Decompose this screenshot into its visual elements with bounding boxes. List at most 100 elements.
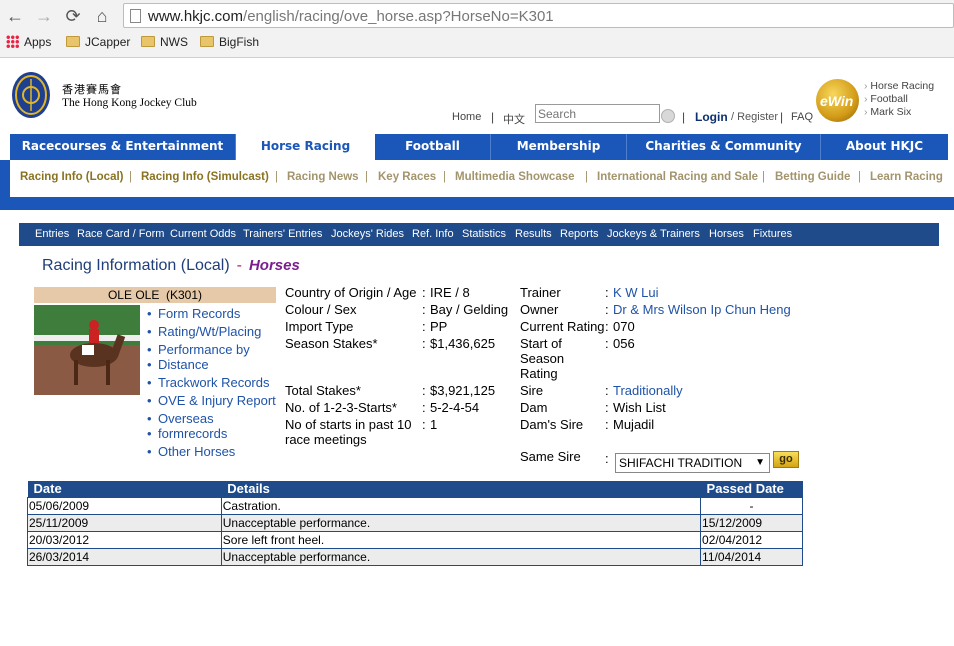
menu-fixtures[interactable]: Fixtures	[753, 228, 792, 240]
menu-trainers-entries[interactable]: Trainers' Entries	[243, 228, 322, 240]
nav-about[interactable]: About HKJC	[821, 134, 948, 160]
header-passed-date: Passed Date	[700, 481, 803, 497]
horse-racing-link[interactable]: Horse Racing	[864, 80, 934, 92]
link-overseas-formrecords[interactable]: Overseas	[147, 411, 214, 426]
field-colon: :	[422, 285, 426, 300]
bookmark-bigfish[interactable]: BigFish	[200, 35, 259, 49]
cell-details: Unacceptable performance.	[220, 547, 702, 566]
table-row: 26/03/2014 Unacceptable performance. 11/…	[27, 547, 803, 566]
subnav-simulcast[interactable]: Racing Info (Simulcast)	[141, 171, 269, 183]
same-sire-select[interactable]: SHIFACHI TRADITION ▼	[615, 453, 770, 473]
login-link[interactable]: Login	[695, 110, 728, 124]
link-form-records[interactable]: Form Records	[147, 306, 240, 321]
search-input[interactable]	[535, 104, 660, 123]
hkjc-logo[interactable]	[11, 71, 51, 119]
go-button[interactable]: go	[773, 451, 799, 468]
field-label-2: race meetings	[285, 432, 367, 447]
field-label: Season Stakes*	[285, 336, 378, 351]
same-sire-value: SHIFACHI TRADITION	[619, 456, 743, 470]
separator: |	[762, 171, 765, 183]
url-bar[interactable]: www.hkjc.com/english/racing/ove_horse.as…	[123, 3, 954, 28]
link-ove-injury-report[interactable]: OVE & Injury Report	[147, 393, 276, 408]
field-label: Import Type	[285, 319, 354, 334]
bookmark-nws[interactable]: NWS	[141, 35, 188, 49]
separator: |	[443, 171, 446, 183]
menu-jockeys-trainers[interactable]: Jockeys & Trainers	[607, 228, 700, 240]
subnav-international[interactable]: International Racing and Sale	[597, 171, 758, 183]
separator: |	[275, 171, 278, 183]
link-rating-wt-placing[interactable]: Rating/Wt/Placing	[147, 324, 261, 339]
menu-jockeys-rides[interactable]: Jockeys' Rides	[331, 228, 404, 240]
menu-current-odds[interactable]: Current Odds	[170, 228, 236, 240]
menu-ref-info[interactable]: Ref. Info	[412, 228, 454, 240]
owner-link[interactable]: Dr & Mrs Wilson Ip Chun Heng	[613, 302, 791, 317]
register-link[interactable]: / Register	[731, 111, 778, 123]
link-overseas-formrecords-2[interactable]: formrecords	[147, 426, 227, 441]
subnav-multimedia[interactable]: Multimedia Showcase	[455, 171, 575, 183]
field-label: Start of	[520, 336, 562, 351]
field-value: 056	[613, 336, 635, 351]
field-colon: :	[605, 383, 609, 398]
back-icon[interactable]: ←	[4, 5, 26, 27]
trainer-link[interactable]: K W Lui	[613, 285, 659, 300]
home-link[interactable]: Home	[452, 111, 481, 123]
cell-date: 25/11/2009	[27, 513, 222, 532]
separator: |	[491, 110, 495, 124]
link-performance-by-distance[interactable]: Performance by	[147, 342, 250, 357]
forward-icon[interactable]: →	[33, 5, 55, 27]
folder-icon	[141, 36, 155, 47]
link-performance-by-distance-2[interactable]: Distance	[147, 357, 208, 372]
chinese-link[interactable]: 中文	[503, 111, 525, 127]
nav-membership[interactable]: Membership	[491, 134, 627, 160]
menu-statistics[interactable]: Statistics	[462, 228, 506, 240]
football-link[interactable]: Football	[864, 93, 907, 105]
subnav-news[interactable]: Racing News	[287, 171, 359, 183]
reload-icon[interactable]: ⟳	[62, 5, 84, 27]
subnav-key-races[interactable]: Key Races	[378, 171, 436, 183]
field-colon: :	[422, 400, 426, 415]
nav-horse-racing[interactable]: Horse Racing	[236, 134, 375, 160]
field-label: Current Rating	[520, 319, 605, 334]
separator: |	[858, 171, 861, 183]
nav-charities[interactable]: Charities & Community	[627, 134, 821, 160]
cell-date: 20/03/2012	[27, 530, 222, 549]
field-colon: :	[605, 336, 609, 351]
apps-icon	[6, 35, 19, 48]
nav-racecourses[interactable]: Racecourses & Entertainment	[10, 134, 236, 160]
field-value: 5-2-4-54	[430, 400, 480, 415]
menu-results[interactable]: Results	[515, 228, 552, 240]
menu-entries[interactable]: Entries	[35, 228, 69, 240]
subnav-local[interactable]: Racing Info (Local)	[20, 171, 124, 183]
nav-football[interactable]: Football	[375, 134, 491, 160]
menu-horses[interactable]: Horses	[709, 228, 744, 240]
subnav-learn[interactable]: Learn Racing	[870, 171, 943, 183]
bookmark-jcapper[interactable]: JCapper	[66, 35, 130, 49]
url-text[interactable]: www.hkjc.com/english/racing/ove_horse.as…	[148, 8, 554, 25]
faq-link[interactable]: FAQ	[791, 111, 813, 123]
chevron-down-icon: ▼	[755, 457, 765, 468]
racing-menu: Entries Race Card / Form Current Odds Tr…	[19, 223, 939, 246]
sub-nav: Racing Info (Local) | Racing Info (Simul…	[10, 160, 954, 197]
search-icon[interactable]	[661, 109, 675, 123]
bookmark-apps[interactable]: Apps	[6, 35, 51, 49]
menu-race-card[interactable]: Race Card / Form	[77, 228, 164, 240]
table-row: 05/06/2009 Castration. -	[27, 496, 803, 515]
field-value: Mujadil	[613, 417, 655, 432]
sire-link[interactable]: Traditionally	[613, 383, 683, 398]
link-trackwork-records[interactable]: Trackwork Records	[147, 375, 270, 390]
menu-reports[interactable]: Reports	[560, 228, 599, 240]
field-label: Dam	[520, 400, 548, 415]
subnav-betting-guide[interactable]: Betting Guide	[775, 171, 850, 183]
field-value: PP	[430, 319, 448, 334]
field-label-2: Season	[520, 351, 565, 366]
home-icon[interactable]: ⌂	[91, 5, 113, 27]
mark-six-link[interactable]: Mark Six	[864, 106, 911, 118]
field-value: 1	[430, 417, 438, 432]
table-header-row: Date Details Passed Date	[27, 481, 803, 497]
field-value: $3,921,125	[430, 383, 496, 398]
main-nav: Racecourses & Entertainment Horse Racing…	[10, 134, 948, 160]
header-date: Date	[27, 481, 222, 497]
ewin-logo-text: eWin	[820, 93, 854, 109]
field-colon: :	[605, 400, 609, 415]
link-other-horses[interactable]: Other Horses	[147, 444, 235, 459]
